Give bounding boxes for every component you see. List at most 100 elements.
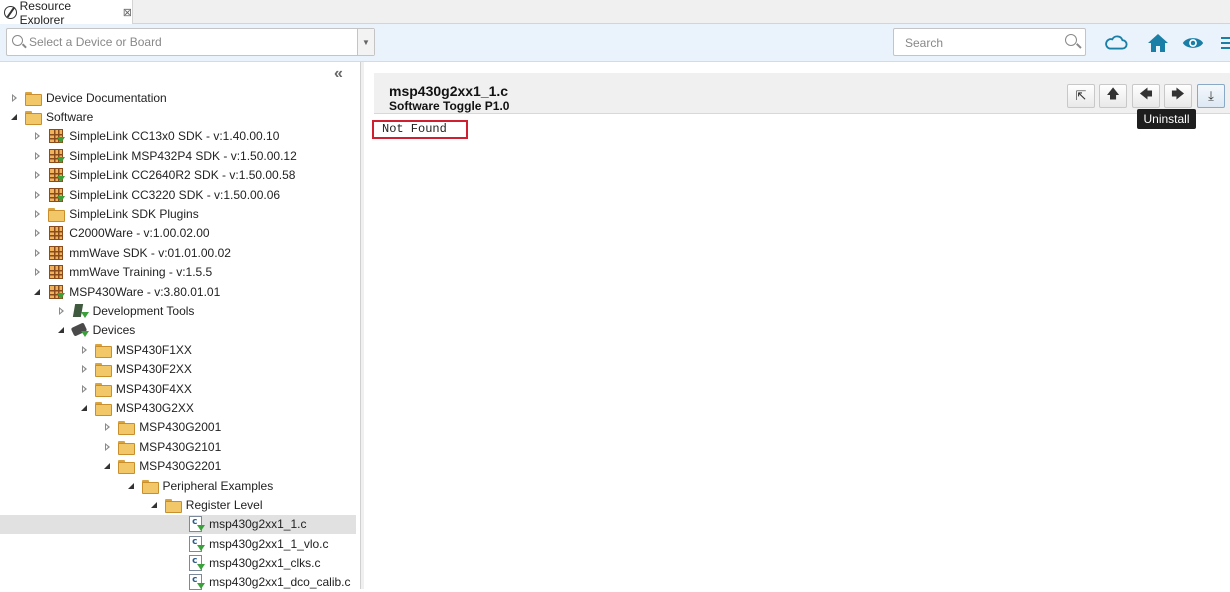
tree-item-label: Peripheral Examples: [162, 478, 274, 493]
tree-item-label: MSP430G2101: [139, 439, 222, 454]
tree-item[interactable]: SimpleLink MSP432P4 SDK - v:1.50.00.12: [0, 146, 356, 165]
folder-icon: [94, 361, 112, 378]
tree-item[interactable]: msp430g2xx1_clks.c: [0, 553, 356, 572]
collapsed-arrow-icon[interactable]: [102, 441, 114, 453]
tree-item-label: SimpleLink CC3220 SDK - v:1.50.00.06: [69, 187, 281, 202]
tree-item[interactable]: msp430g2xx1_dco_calib.c: [0, 573, 356, 592]
package-tree-panel: « Device Documentation Software SimpleLink…: [0, 62, 364, 592]
collapsed-arrow-icon[interactable]: [79, 344, 91, 356]
tree-item-label: msp430g2xx1_clks.c: [209, 556, 321, 571]
tree-item-label: msp430g2xx1_1.c: [209, 517, 307, 532]
tree-item[interactable]: mmWave Training - v:1.5.5: [0, 263, 356, 282]
search-input[interactable]: Search: [893, 28, 1086, 56]
collapsed-arrow-icon[interactable]: [79, 363, 91, 375]
folder-icon: [47, 206, 66, 223]
collapsed-arrow-icon[interactable]: [32, 247, 44, 259]
collapsed-arrow-icon[interactable]: [32, 266, 44, 278]
package-icon: [47, 264, 65, 280]
open-external-button[interactable]: ⇱: [1067, 84, 1095, 108]
expanded-arrow-icon[interactable]: [149, 499, 161, 511]
package-icon: [47, 225, 65, 241]
uninstall-button[interactable]: ⤓: [1197, 84, 1225, 108]
tree-item[interactable]: MSP430F1XX: [0, 340, 356, 359]
close-icon[interactable]: ⊠: [123, 6, 132, 19]
chevron-down-icon[interactable]: ▼: [357, 29, 374, 55]
tree-item[interactable]: MSP430Ware - v:3.80.01.01: [0, 282, 356, 301]
c-file-icon: [187, 555, 206, 572]
tree-item[interactable]: mmWave SDK - v:01.01.00.02: [0, 243, 356, 262]
tree-item-label: MSP430F1XX: [115, 342, 192, 357]
package-download-icon: [47, 148, 66, 164]
menu-icon[interactable]: [1218, 32, 1230, 54]
tree-item[interactable]: Software: [0, 107, 356, 126]
collapsed-arrow-icon[interactable]: [32, 208, 44, 220]
tree-item[interactable]: MSP430G2XX: [0, 398, 356, 417]
collapsed-arrow-icon[interactable]: [32, 130, 44, 142]
panel-splitter[interactable]: [360, 62, 364, 589]
collapsed-arrow-icon[interactable]: [102, 421, 114, 433]
tree-item[interactable]: msp430g2xx1_1_vlo.c: [0, 534, 356, 553]
collapse-panel-icon[interactable]: «: [334, 65, 343, 83]
tree-item[interactable]: MSP430G2101: [0, 437, 356, 456]
collapsed-arrow-icon[interactable]: [32, 150, 44, 162]
c-file-icon: [187, 535, 206, 552]
tree-item[interactable]: Peripheral Examples: [0, 476, 356, 495]
tree-item[interactable]: SimpleLink CC2640R2 SDK - v:1.50.00.58: [0, 166, 356, 185]
collapsed-arrow-icon[interactable]: [9, 92, 21, 104]
cloud-icon[interactable]: [1104, 32, 1128, 54]
expanded-arrow-icon[interactable]: [126, 480, 138, 492]
forward-button[interactable]: 🡆: [1164, 84, 1192, 108]
folder-icon: [94, 342, 112, 358]
tree-item-label: msp430g2xx1_dco_calib.c: [209, 575, 351, 590]
collapsed-arrow-icon[interactable]: [79, 383, 91, 395]
collapsed-arrow-icon[interactable]: [56, 305, 68, 317]
tree-item[interactable]: MSP430F2XX: [0, 359, 356, 378]
collapsed-arrow-icon[interactable]: [32, 169, 44, 181]
expanded-arrow-icon[interactable]: [32, 286, 44, 298]
tree-item[interactable]: Development Tools: [0, 301, 356, 320]
tab-title: Resource Explorer: [19, 0, 71, 27]
tree-item-label: SimpleLink CC13x0 SDK - v:1.40.00.10: [69, 129, 280, 144]
expanded-arrow-icon[interactable]: [9, 111, 21, 123]
up-button[interactable]: 🡅: [1099, 84, 1127, 108]
tree-item[interactable]: Device Documentation: [0, 88, 356, 107]
eye-icon[interactable]: [1181, 32, 1205, 54]
device-select-placeholder: Select a Device or Board: [29, 35, 162, 49]
resource-explorer-tab[interactable]: Resource Explorer ⊠: [0, 0, 133, 27]
tree-item[interactable]: SimpleLink CC3220 SDK - v:1.50.00.06: [0, 185, 356, 204]
tree-item[interactable]: SimpleLink CC13x0 SDK - v:1.40.00.10: [0, 127, 356, 146]
expanded-arrow-icon[interactable]: [79, 402, 91, 414]
package-tree: Device Documentation Software SimpleLink C…: [0, 88, 356, 592]
folder-icon: [94, 381, 112, 397]
tree-item[interactable]: C2000Ware - v:1.00.02.00: [0, 224, 356, 243]
tree-item[interactable]: MSP430F4XX: [0, 379, 356, 398]
tree-item[interactable]: Devices: [0, 321, 356, 340]
tree-item[interactable]: MSP430G2001: [0, 418, 356, 437]
collapsed-arrow-icon[interactable]: [32, 227, 44, 239]
c-file-icon: [187, 574, 206, 591]
tree-item[interactable]: SimpleLink SDK Plugins: [0, 204, 356, 223]
tree-item-label: MSP430F2XX: [115, 362, 192, 377]
back-button[interactable]: 🡄: [1132, 84, 1160, 108]
view-tab-bar: Resource Explorer ⊠: [0, 0, 1230, 27]
home-icon[interactable]: [1146, 32, 1170, 54]
device-select[interactable]: Select a Device or Board ▼: [6, 28, 375, 56]
tree-item-label: MSP430F4XX: [115, 381, 192, 396]
folder-icon: [141, 478, 159, 494]
search-icon[interactable]: [1065, 34, 1077, 46]
collapsed-arrow-icon[interactable]: [32, 189, 44, 201]
tree-item[interactable]: Register Level: [0, 495, 356, 514]
tree-item-label: Software: [46, 110, 94, 125]
tools-icon: [71, 303, 89, 319]
expanded-arrow-icon[interactable]: [56, 324, 68, 336]
expanded-arrow-icon[interactable]: [102, 460, 114, 472]
download-icon: ⤓: [1208, 88, 1214, 104]
tree-item[interactable]: MSP430G2201: [0, 456, 356, 475]
compass-icon: [4, 6, 17, 19]
tree-item[interactable]: msp430g2xx1_1.c: [0, 514, 356, 534]
download-badge-icon: [197, 544, 206, 551]
arrow-left-icon: 🡄: [1139, 87, 1153, 102]
chip-icon: [71, 322, 89, 338]
content-panel: msp430g2xx1_1.c Software Toggle P1.0 ⇱ 🡅…: [372, 73, 1230, 589]
package-download-icon: [47, 187, 66, 203]
